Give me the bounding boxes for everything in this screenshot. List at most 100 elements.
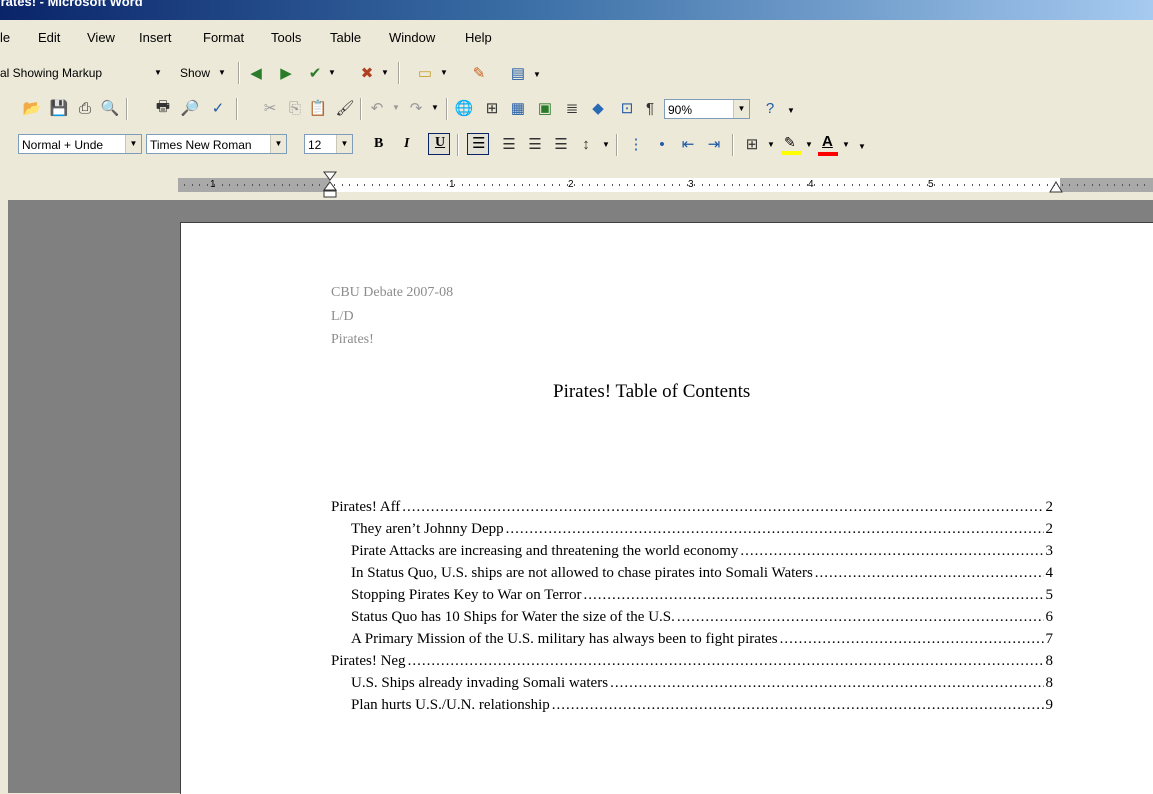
toc-entry[interactable]: In Status Quo, U.S. ships are not allowe… [351,565,1053,582]
menu-table[interactable]: Table [330,30,361,45]
align-right-icon[interactable]: ☰ [525,134,545,154]
toc-entry[interactable]: A Primary Mission of the U.S. military h… [351,631,1053,648]
menu-tools[interactable]: Tools [271,30,301,45]
show-hide-icon[interactable]: ¶ [640,98,660,118]
menu-window[interactable]: Window [389,30,435,45]
line-spacing-dropdown-arrow-icon[interactable]: ▼ [602,140,610,149]
underline-button[interactable]: U [428,133,450,155]
display-for-review-combo[interactable]: al Showing Markup [0,66,102,80]
comment-dropdown-arrow-icon[interactable]: ▼ [440,68,448,77]
ruler-tick [499,184,500,186]
redo-icon[interactable]: ↷ [406,98,426,118]
display-dropdown-arrow-icon[interactable]: ▼ [154,68,162,77]
zoom-combo[interactable]: 90% ▼ [664,99,750,119]
reject-dropdown-arrow-icon[interactable]: ▼ [381,68,389,77]
undo-icon[interactable]: ↶ [367,98,387,118]
line-spacing-icon[interactable]: ↕ [576,134,596,154]
font-color-icon: A [822,133,833,150]
menu-edit[interactable]: Edit [38,30,60,45]
bullets-icon[interactable]: • [652,134,672,154]
open-icon[interactable]: 📂 [22,98,42,118]
print-preview-icon[interactable]: 🔎 [180,98,200,118]
insert-excel-icon[interactable]: ▣ [535,98,555,118]
drawing-icon[interactable]: ◆ [588,98,608,118]
toc-entry-text: Stopping Pirates Key to War on Terror [351,587,582,603]
toc-leader [815,565,1044,582]
ruler-tick [777,184,778,186]
accept-dropdown-arrow-icon[interactable]: ▼ [328,68,336,77]
cut-icon[interactable]: ✂ [260,98,280,118]
menu-view[interactable]: View [87,30,115,45]
accept-change-icon[interactable]: ✔ [305,63,325,83]
decrease-indent-icon[interactable]: ⇤ [678,134,698,154]
align-left-button[interactable]: ☰ [467,133,489,155]
menu-insert[interactable]: Insert [139,30,172,45]
font-color-button[interactable]: A [818,133,838,157]
previous-change-icon[interactable]: ◀ [246,63,266,83]
font-combo[interactable]: Times New Roman ▼ [146,134,287,154]
highlight-button[interactable]: ✎ [781,134,801,156]
insert-table-icon[interactable]: ▦ [508,98,528,118]
format-painter-icon[interactable]: 🖌 [335,98,355,118]
toc-entry[interactable]: Pirates! Aff 2 [331,499,1053,516]
columns-icon[interactable]: ≣ [562,98,582,118]
redo-dropdown-arrow-icon[interactable]: ▼ [431,103,439,112]
copy-icon[interactable]: ⎘ [285,98,305,118]
font-size-dropdown-arrow-icon[interactable]: ▼ [336,135,352,153]
style-combo[interactable]: Normal + Unde ▼ [18,134,142,154]
ruler-tick [282,184,283,186]
ruler-tick [402,184,403,186]
italic-button[interactable]: I [404,136,409,152]
toolbar-options-arrow-icon[interactable]: ▼ [858,142,866,151]
ruler-left-margin[interactable] [178,178,330,192]
toc-entry[interactable]: U.S. Ships already invading Somali water… [351,675,1053,692]
menu-help[interactable]: Help [465,30,492,45]
toolbar-options-arrow-icon[interactable]: ▼ [533,70,541,79]
borders-dropdown-arrow-icon[interactable]: ▼ [767,140,775,149]
document-map-icon[interactable]: ⊡ [617,98,637,118]
increase-indent-icon[interactable]: ⇥ [704,134,724,154]
new-comment-icon[interactable]: ▭ [415,63,435,83]
tables-borders-icon[interactable]: ⊞ [482,98,502,118]
reject-change-icon[interactable]: ✖ [357,63,377,83]
font-dropdown-arrow-icon[interactable]: ▼ [270,135,286,153]
toc-entry[interactable]: Plan hurts U.S./U.N. relationship 9 [351,697,1053,714]
highlight-dropdown-arrow-icon[interactable]: ▼ [805,140,813,149]
right-indent-marker-icon[interactable] [1049,181,1063,193]
permission-icon[interactable]: ⎙ [75,98,95,118]
show-menu-button[interactable]: Show [180,66,210,80]
toc-entry[interactable]: Pirates! Neg 8 [331,653,1053,670]
print-icon[interactable]: 🖶 [153,98,173,118]
help-icon[interactable]: ? [760,98,780,118]
next-change-icon[interactable]: ▶ [276,63,296,83]
toc-entry[interactable]: Stopping Pirates Key to War on Terror 5 [351,587,1053,604]
document-page[interactable]: CBU Debate 2007-08 L/D Pirates! Pirates!… [180,222,1153,794]
spelling-icon[interactable]: ✓ [208,98,228,118]
menu-format[interactable]: Format [203,30,244,45]
paste-icon[interactable]: 📋 [308,98,328,118]
horizontal-ruler[interactable]: 1 1 2 3 4 5 [0,162,1153,200]
zoom-dropdown-arrow-icon[interactable]: ▼ [733,100,749,118]
research-icon[interactable]: 🔍 [100,98,120,118]
hyperlink-icon[interactable]: 🌐 [454,98,474,118]
undo-dropdown-arrow-icon[interactable]: ▼ [392,103,400,112]
toolbar-options-arrow-icon[interactable]: ▼ [787,106,795,115]
menu-file[interactable]: le [0,30,10,45]
style-dropdown-arrow-icon[interactable]: ▼ [125,135,141,153]
toc-entry[interactable]: Status Quo has 10 Ships for Water the si… [351,609,1053,626]
ruler-tick [657,184,658,186]
ruler-tick [717,184,718,186]
align-center-icon[interactable]: ☰ [499,134,519,154]
numbering-icon[interactable]: ⋮ [626,134,646,154]
justify-icon[interactable]: ☰ [551,134,571,154]
toc-entry[interactable]: They aren’t Johnny Depp 2 [351,521,1053,538]
track-changes-icon[interactable]: ✎ [469,63,489,83]
save-icon[interactable]: 💾 [49,98,69,118]
borders-icon[interactable]: ⊞ [742,134,762,154]
font-size-combo[interactable]: 12 ▼ [304,134,353,154]
toc-entry[interactable]: Pirate Attacks are increasing and threat… [351,543,1053,560]
toc-leader [677,609,1044,626]
reviewing-pane-icon[interactable]: ▤ [508,63,528,83]
bold-button[interactable]: B [374,136,383,152]
font-color-dropdown-arrow-icon[interactable]: ▼ [842,140,850,149]
